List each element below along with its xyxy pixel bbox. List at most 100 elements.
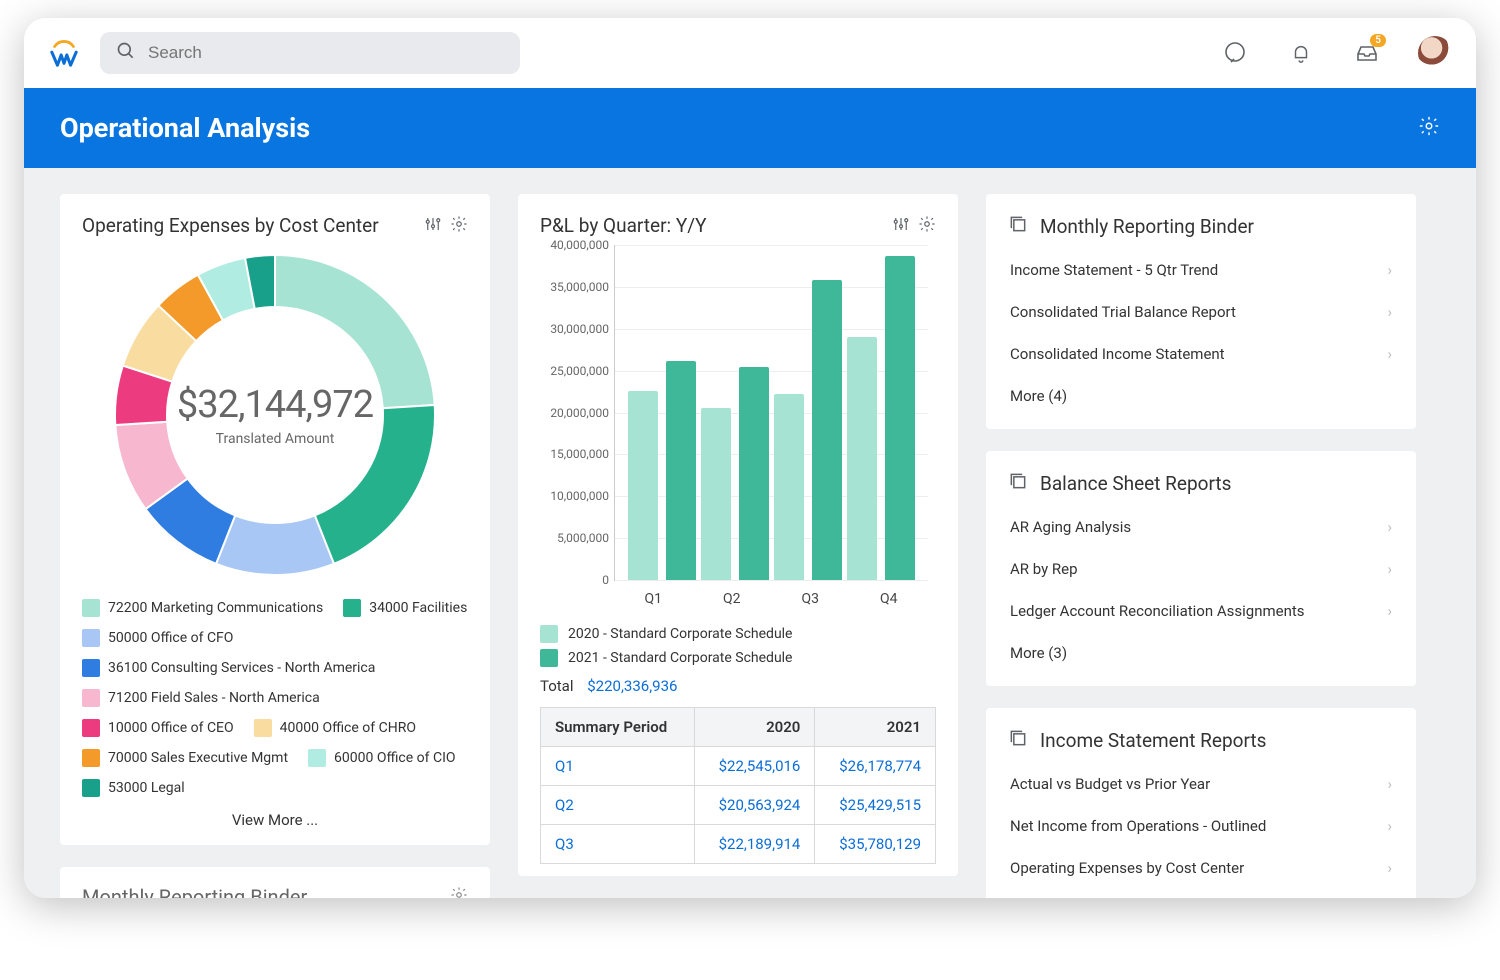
period-link[interactable]: Q2 — [555, 796, 574, 814]
value-link[interactable]: $22,545,016 — [719, 757, 801, 775]
legend-item[interactable]: 40000 Office of CHRO — [254, 719, 416, 737]
report-group-title: Balance Sheet Reports — [1040, 472, 1231, 495]
settings-sliders-icon[interactable] — [424, 215, 442, 237]
chevron-right-icon: › — [1387, 817, 1392, 835]
bar[interactable] — [812, 280, 842, 580]
report-link[interactable]: Actual vs Budget vs Prior Year› — [1008, 763, 1394, 805]
legend-label: 50000 Office of CFO — [108, 630, 233, 646]
pl-table: Summary Period20202021 Q1$22,545,016$26,… — [540, 707, 936, 864]
legend-item[interactable]: 70000 Sales Executive Mgmt — [82, 749, 288, 767]
table-header: 2020 — [694, 708, 815, 747]
legend-item[interactable]: 50000 Office of CFO — [82, 629, 233, 647]
legend-item[interactable]: 2020 - Standard Corporate Schedule — [540, 625, 936, 643]
report-link[interactable]: Net Income from Operations - Outlined › — [1008, 805, 1394, 847]
bar[interactable] — [701, 408, 731, 580]
report-group-title: Monthly Reporting Binder — [1040, 215, 1254, 238]
bell-icon[interactable] — [1286, 38, 1316, 68]
report-link[interactable]: AR Aging Analysis› — [1008, 506, 1394, 548]
period-link[interactable]: Q1 — [555, 757, 574, 775]
settings-gear-icon[interactable] — [1418, 115, 1440, 141]
legend-swatch — [82, 629, 100, 647]
legend-item[interactable]: 72200 Marketing Communications — [82, 599, 323, 617]
donut-amount: $32,144,972 — [177, 383, 373, 427]
table-header: 2021 — [815, 708, 936, 747]
value-link[interactable]: $25,429,515 — [839, 796, 921, 814]
report-link-label: Consolidated Income Statement — [1010, 345, 1225, 363]
search-input[interactable] — [148, 43, 504, 63]
card-pl-by-quarter: P&L by Quarter: Y/Y 05,000,00010,000,000… — [518, 194, 958, 876]
bar[interactable] — [628, 391, 658, 580]
value-link[interactable]: $35,780,129 — [839, 835, 921, 853]
table-row: Q3 $22,189,914 $35,780,129 — [541, 825, 936, 864]
legend-label: 36100 Consulting Services - North Americ… — [108, 660, 375, 676]
report-group-title: Income Statement Reports — [1040, 729, 1266, 752]
stack-icon — [1008, 214, 1028, 239]
avatar[interactable] — [1418, 36, 1452, 70]
report-link[interactable]: Consolidated Trial Balance Report› — [1008, 291, 1394, 333]
inbox-icon[interactable]: 5 — [1352, 38, 1382, 68]
value-link[interactable]: $20,563,924 — [719, 796, 801, 814]
report-link[interactable]: Income Statement - 5 Qtr Trend› — [1008, 249, 1394, 291]
legend-label: 2021 - Standard Corporate Schedule — [568, 650, 793, 666]
gear-icon[interactable] — [918, 215, 936, 237]
period-link[interactable]: Q3 — [555, 835, 574, 853]
total-value: $220,336,936 — [587, 677, 677, 695]
search-icon — [116, 41, 136, 65]
inbox-badge: 5 — [1370, 34, 1386, 47]
y-tick-label: 30,000,000 — [543, 322, 609, 336]
legend-item[interactable]: 10000 Office of CEO — [82, 719, 234, 737]
card-income-statement-reports: Income Statement Reports Actual vs Budget… — [986, 708, 1416, 898]
report-link[interactable]: Consolidated Income Statement› — [1008, 333, 1394, 375]
report-link-label: Actual vs Budget vs Prior Year — [1010, 775, 1210, 793]
donut-subtitle: Translated Amount — [216, 431, 335, 447]
report-link-label: Operating Expenses by Cost Center — [1010, 859, 1244, 877]
legend-item[interactable]: 53000 Legal — [82, 779, 185, 797]
bar-chart[interactable]: 05,000,00010,000,00015,000,00020,000,000… — [540, 245, 936, 615]
value-link[interactable]: $22,189,914 — [719, 835, 801, 853]
legend-item[interactable]: 34000 Facilities — [343, 599, 467, 617]
table-row: Q2 $20,563,924 $25,429,515 — [541, 786, 936, 825]
stack-icon — [1008, 728, 1028, 753]
card-balance-sheet-reports: Balance Sheet Reports AR Aging Analysis›A… — [986, 451, 1416, 686]
report-link[interactable]: AR by Rep› — [1008, 548, 1394, 590]
legend-label: 71200 Field Sales - North America — [108, 690, 320, 706]
legend-swatch — [82, 779, 100, 797]
legend-swatch — [82, 659, 100, 677]
legend-swatch — [254, 719, 272, 737]
report-link-label: Ledger Account Reconciliation Assignment… — [1010, 602, 1305, 620]
more-link[interactable]: More (3) — [1008, 632, 1394, 674]
legend-item[interactable]: 2021 - Standard Corporate Schedule — [540, 649, 936, 667]
gear-icon[interactable] — [450, 885, 468, 898]
chevron-right-icon: › — [1387, 303, 1392, 321]
view-more-link[interactable]: View More ... — [82, 797, 468, 833]
value-link[interactable]: $26,178,774 — [839, 757, 921, 775]
report-link-label: Net Income from Operations - Outlined — [1010, 817, 1266, 835]
report-link[interactable]: Ledger Account Reconciliation Assignment… — [1008, 590, 1394, 632]
chat-icon[interactable] — [1220, 38, 1250, 68]
x-tick-label: Q3 — [802, 591, 820, 607]
more-link[interactable]: More (2) — [1008, 889, 1394, 898]
legend-label: 10000 Office of CEO — [108, 720, 234, 736]
bar[interactable] — [739, 367, 769, 580]
card-operating-expenses: Operating Expenses by Cost Center $32,14… — [60, 194, 490, 845]
bar[interactable] — [885, 256, 915, 580]
y-tick-label: 10,000,000 — [543, 489, 609, 503]
bar[interactable] — [774, 394, 804, 580]
more-link[interactable]: More (4) — [1008, 375, 1394, 417]
chevron-right-icon: › — [1387, 261, 1392, 279]
bar[interactable] — [847, 337, 877, 580]
legend-label: 60000 Office of CIO — [334, 750, 456, 766]
legend-label: 2020 - Standard Corporate Schedule — [568, 626, 793, 642]
search-box[interactable] — [100, 32, 520, 74]
legend-item[interactable]: 60000 Office of CIO — [308, 749, 456, 767]
legend-swatch — [343, 599, 361, 617]
gear-icon[interactable] — [450, 215, 468, 237]
settings-sliders-icon[interactable] — [892, 215, 910, 237]
bar[interactable] — [666, 361, 696, 580]
report-link[interactable]: Operating Expenses by Cost Center› — [1008, 847, 1394, 889]
legend-item[interactable]: 71200 Field Sales - North America — [82, 689, 320, 707]
legend-item[interactable]: 36100 Consulting Services - North Americ… — [82, 659, 375, 677]
table-row: Q1 $22,545,016 $26,178,774 — [541, 747, 936, 786]
total-label: Total — [540, 677, 574, 695]
legend-swatch — [82, 599, 100, 617]
